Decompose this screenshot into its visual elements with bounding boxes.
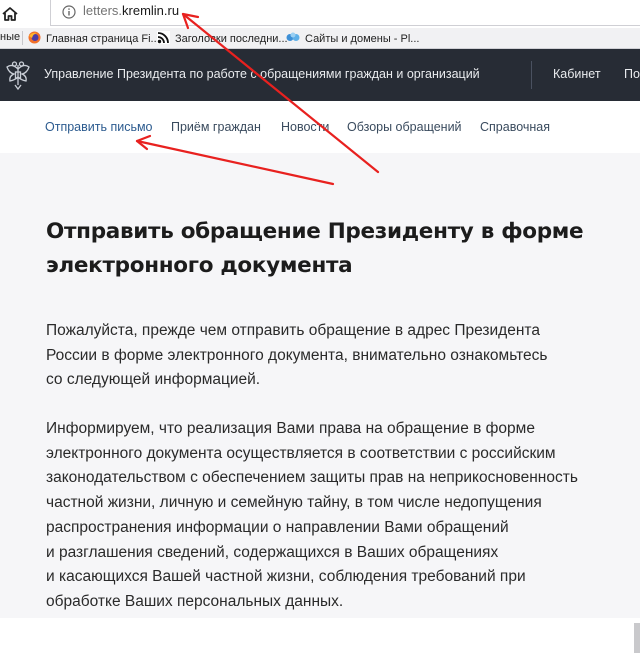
firefox-icon xyxy=(28,31,41,47)
bookmark-item[interactable]: ные xyxy=(0,31,20,43)
home-icon[interactable] xyxy=(2,6,18,27)
bookmarks-bar: ные Главная страница Fi... Заголовки пос… xyxy=(0,28,640,49)
paragraph-line: России в форме электронного документа, в… xyxy=(46,346,548,364)
nav-reviews[interactable]: Обзоры обращений xyxy=(347,120,462,134)
header-link-truncated[interactable]: По xyxy=(624,67,640,81)
intro-paragraph: Пожалуйста, прежде чем отправить обращен… xyxy=(46,319,547,393)
paragraph-line: и касающихся Вашей частной жизни, соблюд… xyxy=(46,568,526,586)
paragraph-line: со следующей информацией. xyxy=(46,371,261,389)
paragraph-line: Пожалуйста, прежде чем отправить обращен… xyxy=(46,322,540,339)
paragraph-line: распространения информации о направлении… xyxy=(46,518,509,536)
paragraph-line: и разглашения сведений, содержащихся в В… xyxy=(46,543,499,561)
main-content: Отправить обращение Президенту в форме э… xyxy=(0,153,640,653)
nav-reception[interactable]: Приём граждан xyxy=(171,120,261,134)
site-title[interactable]: Управление Президента по работе с обраще… xyxy=(44,67,480,81)
address-bar[interactable]: letters.kremlin.ru xyxy=(50,0,640,26)
main-nav: Отправить письмо Приём граждан Новости О… xyxy=(0,101,640,153)
plesk-icon xyxy=(286,31,300,47)
paragraph-line: законодательством с обеспечением защиты … xyxy=(46,469,578,487)
bookmark-item[interactable]: Главная страница Fi... xyxy=(28,31,160,47)
header-divider xyxy=(531,61,532,89)
info-paragraph: Информируем, что реализация Вами права н… xyxy=(46,417,578,615)
nav-news[interactable]: Новости xyxy=(281,120,329,134)
browser-toolbar: letters.kremlin.ru xyxy=(0,0,640,29)
nav-reference[interactable]: Справочная xyxy=(480,120,550,134)
paragraph-line: обработке Ваших персональных данных. xyxy=(46,592,344,610)
cabinet-link[interactable]: Кабинет xyxy=(553,67,601,81)
nav-send-letter[interactable]: Отправить письмо xyxy=(45,120,153,134)
rss-icon xyxy=(157,31,170,47)
info-icon[interactable] xyxy=(62,5,76,24)
bookmark-item[interactable]: Заголовки последни... xyxy=(157,31,288,47)
paragraph-line: Информируем, что реализация Вами права н… xyxy=(46,420,535,437)
emblem-icon[interactable] xyxy=(4,59,32,96)
page-title-line: электронного документа xyxy=(46,253,353,278)
bookmark-item[interactable]: Сайты и домены - Pl... xyxy=(286,31,419,47)
paragraph-line: частной жизни, личную и семейную тайну, … xyxy=(46,494,542,512)
scrollbar-thumb[interactable] xyxy=(634,623,640,653)
url-text: letters.kremlin.ru xyxy=(83,3,180,18)
bookmark-separator xyxy=(22,31,23,45)
page-title: Отправить обращение Президенту в форме э… xyxy=(46,215,586,283)
page-title-line: Отправить обращение Президенту в форме xyxy=(46,219,584,244)
paragraph-line: электронного документа осуществляется в … xyxy=(46,444,556,462)
site-header: Управление Президента по работе с обраще… xyxy=(0,49,640,101)
